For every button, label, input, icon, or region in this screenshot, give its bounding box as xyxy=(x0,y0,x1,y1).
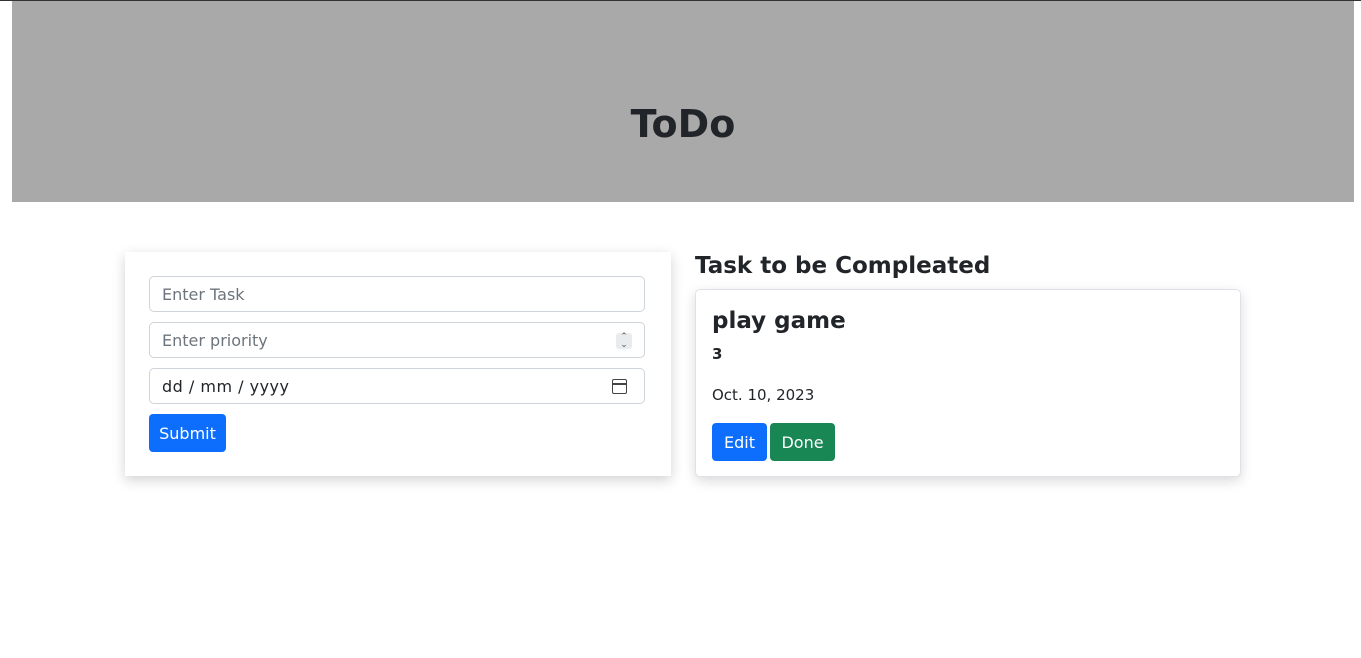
task-date: Oct. 10, 2023 xyxy=(712,386,815,404)
number-spinner-icon[interactable]: ⌃ ⌄ xyxy=(616,333,632,350)
task-input-placeholder: Enter Task xyxy=(162,284,245,304)
tasks-section-title: Task to be Compleated xyxy=(695,253,991,279)
done-button[interactable]: Done xyxy=(770,423,835,461)
calendar-icon[interactable] xyxy=(612,379,627,394)
page-header: ToDo xyxy=(12,1,1354,202)
task-name: play game xyxy=(712,308,846,334)
priority-input[interactable]: Enter priority ⌃ ⌄ xyxy=(149,322,645,358)
edit-button[interactable]: Edit xyxy=(712,423,767,461)
task-input[interactable]: Enter Task xyxy=(149,276,645,312)
task-card: play game 3 Oct. 10, 2023 Edit Done xyxy=(695,289,1241,477)
date-input[interactable]: dd / mm / yyyy xyxy=(149,368,645,404)
page-title: ToDo xyxy=(630,102,736,146)
priority-input-placeholder: Enter priority xyxy=(162,330,268,350)
task-form: Enter Task Enter priority ⌃ ⌄ dd / mm / y… xyxy=(125,252,671,476)
submit-button[interactable]: Submit xyxy=(149,414,226,452)
date-input-placeholder: dd / mm / yyyy xyxy=(162,376,290,396)
task-priority: 3 xyxy=(712,345,723,363)
